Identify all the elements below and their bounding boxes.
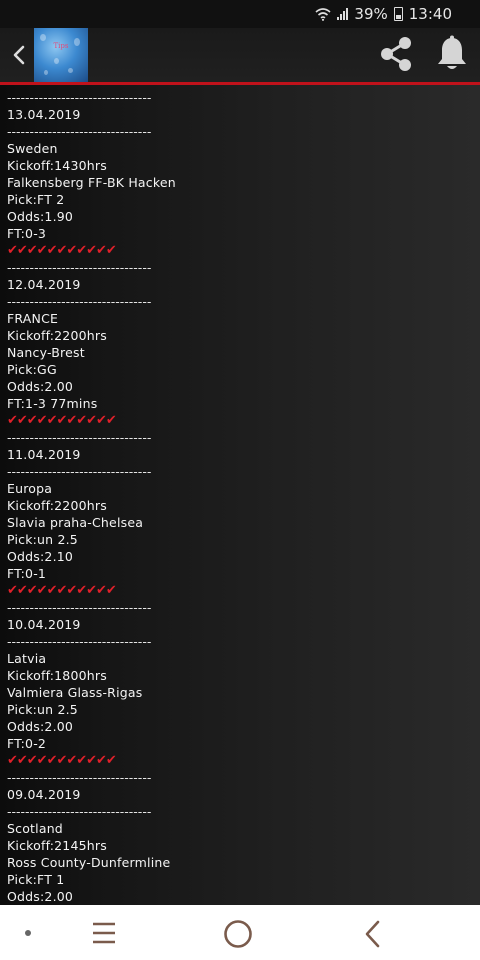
status-icons: 39% 13:40 [315, 5, 452, 23]
tip-line: Falkensberg FF-BK Hacken [7, 175, 176, 190]
tip-line: FRANCE [7, 311, 59, 326]
tip-line: Odds:1.90 [7, 209, 74, 224]
tip-line: 11.04.2019 [7, 447, 81, 462]
win-ticks: ✔✔✔✔✔✔✔✔✔✔✔ [7, 583, 117, 598]
tips-content[interactable]: -------------------------------- 13.04.20… [0, 85, 480, 905]
recent-apps-icon[interactable] [88, 919, 120, 947]
tip-line: Kickoff:1800hrs [7, 668, 107, 683]
tip-line: Pick:FT 1 [7, 872, 65, 887]
tips-feed: -------------------------------- 13.04.20… [7, 89, 307, 905]
back-arrow-icon[interactable] [6, 38, 32, 72]
tip-line: Valmiera Glass-Rigas [7, 685, 143, 700]
share-icon[interactable] [376, 34, 416, 74]
separator-line: -------------------------------- [7, 430, 152, 445]
logo-text: Tips [53, 42, 69, 50]
separator-line: -------------------------------- [7, 770, 152, 785]
separator-line: -------------------------------- [7, 260, 152, 275]
tip-line: Nancy-Brest [7, 345, 85, 360]
app-logo: Tips [34, 28, 88, 82]
tip-line: Scotland [7, 821, 63, 836]
tip-line: Kickoff:2200hrs [7, 498, 107, 513]
tip-line: FT:0-2 [7, 736, 47, 751]
win-ticks: ✔✔✔✔✔✔✔✔✔✔✔ [7, 243, 117, 258]
tip-line: Odds:2.00 [7, 719, 74, 734]
tip-line: FT:0-1 [7, 566, 47, 581]
tip-line: Latvia [7, 651, 47, 666]
tip-line: Pick:GG [7, 362, 57, 377]
separator-line: -------------------------------- [7, 600, 152, 615]
tip-line: Europa [7, 481, 53, 496]
separator-line: -------------------------------- [7, 634, 152, 649]
app-bar: Tips [0, 28, 480, 85]
bell-icon[interactable] [432, 34, 472, 74]
tip-line: 10.04.2019 [7, 617, 81, 632]
win-ticks: ✔✔✔✔✔✔✔✔✔✔✔ [7, 753, 117, 768]
tip-line: Pick:FT 2 [7, 192, 65, 207]
wifi-icon [315, 7, 331, 21]
nav-dot-icon [25, 930, 31, 936]
separator-line: -------------------------------- [7, 804, 152, 819]
status-bar: 39% 13:40 [0, 0, 480, 28]
tip-line: Ross County-Dunfermline [7, 855, 171, 870]
tip-line: Pick:un 2.5 [7, 532, 78, 547]
tip-line: Kickoff:2200hrs [7, 328, 107, 343]
tip-line: Pick:un 2.5 [7, 702, 78, 717]
separator-line: -------------------------------- [7, 464, 152, 479]
navigation-bar [0, 905, 480, 960]
separator-line: -------------------------------- [7, 90, 152, 105]
battery-percent: 39% [354, 5, 388, 23]
tip-line: 12.04.2019 [7, 277, 81, 292]
tip-line: Odds:2.00 [7, 889, 74, 904]
nav-back-icon[interactable] [358, 917, 388, 951]
tip-line: Odds:2.00 [7, 379, 74, 394]
tip-line: FT:0-3 [7, 226, 47, 241]
tip-line: 13.04.2019 [7, 107, 81, 122]
tip-line: Sweden [7, 141, 58, 156]
signal-icon [337, 8, 349, 20]
status-time: 13:40 [408, 5, 452, 23]
tip-line: Kickoff:1430hrs [7, 158, 107, 173]
home-icon[interactable] [222, 918, 254, 950]
battery-icon [393, 7, 403, 21]
tip-line: 09.04.2019 [7, 787, 81, 802]
separator-line: -------------------------------- [7, 124, 152, 139]
tip-line: Slavia praha-Chelsea [7, 515, 144, 530]
tip-line: FT:1-3 77mins [7, 396, 98, 411]
tip-line: Odds:2.10 [7, 549, 74, 564]
tip-line: Kickoff:2145hrs [7, 838, 107, 853]
win-ticks: ✔✔✔✔✔✔✔✔✔✔✔ [7, 413, 117, 428]
separator-line: -------------------------------- [7, 294, 152, 309]
